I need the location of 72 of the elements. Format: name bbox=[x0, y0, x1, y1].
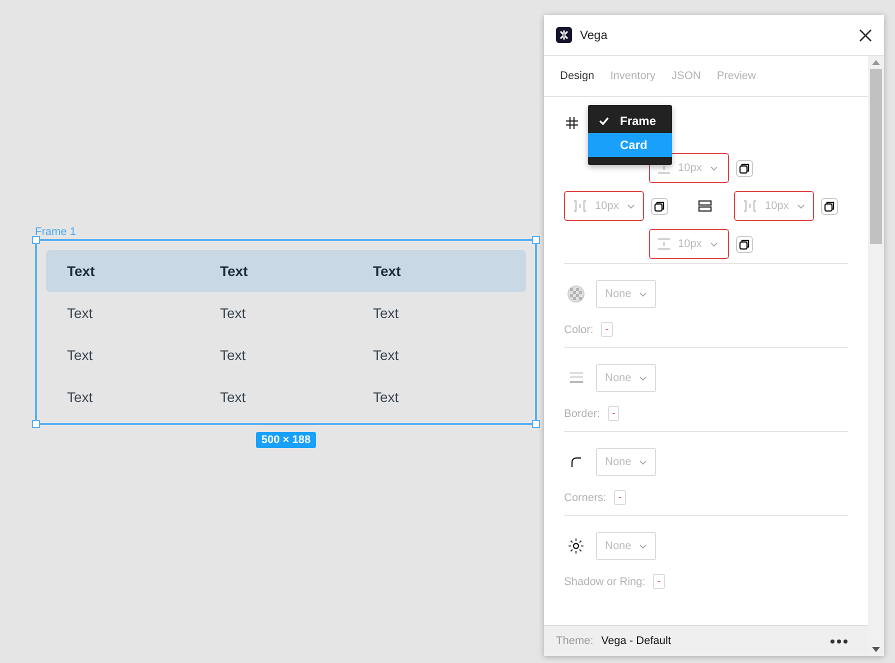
copy-icon[interactable] bbox=[651, 198, 668, 214]
logo-icon bbox=[556, 27, 572, 43]
table-cell-text: Text bbox=[220, 305, 247, 321]
copy-icon[interactable] bbox=[736, 236, 753, 252]
table-cell-text: Text bbox=[373, 305, 400, 321]
table-cell-text: Text bbox=[67, 347, 94, 363]
chevron-down-icon bbox=[710, 242, 718, 246]
theme-name: Vega - Default bbox=[601, 635, 672, 647]
table-cell-text: Text bbox=[373, 389, 400, 405]
table-cell-text: Text bbox=[67, 305, 94, 321]
value-tag: - bbox=[601, 322, 613, 337]
style-dropdown[interactable]: None bbox=[596, 280, 656, 308]
style-dropdown[interactable]: None bbox=[596, 532, 656, 560]
more-icon[interactable] bbox=[830, 638, 848, 644]
table-cell-text: Text bbox=[220, 347, 247, 363]
resize-handle[interactable] bbox=[32, 420, 40, 428]
chevron-down-icon bbox=[796, 204, 805, 208]
section-label: Shadow or Ring: bbox=[564, 576, 646, 588]
chevron-down-icon bbox=[639, 376, 648, 380]
chevron-down-icon bbox=[710, 166, 718, 170]
size-badge: 500 × 188 bbox=[256, 432, 316, 448]
selected-frame[interactable]: Text Text Text Text Text Text Text Text Text Text Text Text bbox=[35, 239, 537, 425]
frame-label: Frame 1 bbox=[35, 226, 77, 239]
chevron-down-icon bbox=[639, 292, 648, 296]
style-dropdown[interactable]: None bbox=[596, 364, 656, 392]
table-header-cell-text: Text bbox=[373, 263, 402, 279]
section-label: Color: bbox=[564, 324, 594, 336]
theme-label: Theme: bbox=[556, 635, 594, 647]
padding-dropdown[interactable]: 10px bbox=[649, 153, 729, 183]
horizontal-padding-icon bbox=[573, 200, 587, 212]
table-cell-text: Text bbox=[67, 389, 94, 405]
scrollbar[interactable] bbox=[868, 56, 884, 656]
vertical-padding-icon bbox=[658, 238, 670, 250]
table-cell-text: Text bbox=[373, 347, 400, 363]
value-tag: - bbox=[608, 406, 620, 421]
corner-radius-icon bbox=[571, 457, 581, 467]
section-label: Border: bbox=[564, 408, 600, 420]
table-header-cell-text: Text bbox=[220, 263, 249, 279]
resize-handle[interactable] bbox=[532, 236, 540, 244]
scroll-down-icon[interactable] bbox=[872, 647, 880, 652]
horizontal-padding-icon bbox=[743, 200, 757, 212]
value-tag: - bbox=[653, 574, 665, 589]
padding-dropdown[interactable]: 10px bbox=[734, 191, 814, 221]
menu-item[interactable]: Frame bbox=[588, 109, 672, 133]
padding-dropdown[interactable]: 10px bbox=[564, 191, 644, 221]
copy-icon[interactable] bbox=[736, 160, 753, 176]
chevron-down-icon bbox=[639, 544, 648, 548]
layout-rows-icon bbox=[698, 200, 712, 212]
border-icon bbox=[570, 372, 582, 384]
transparency-icon bbox=[567, 285, 585, 303]
tab[interactable]: Preview bbox=[716, 70, 756, 82]
value-tag: - bbox=[614, 490, 626, 505]
padding-dropdown[interactable]: 10px bbox=[649, 229, 729, 259]
check-icon bbox=[599, 117, 609, 125]
resize-handle[interactable] bbox=[32, 236, 40, 244]
close-icon[interactable] bbox=[859, 28, 872, 42]
menu-item[interactable]: Card bbox=[588, 133, 672, 157]
table-header-cell-text: Text bbox=[67, 263, 96, 279]
tab[interactable]: Design bbox=[560, 70, 594, 82]
chevron-down-icon bbox=[626, 204, 635, 208]
section-label: Corners: bbox=[564, 492, 606, 504]
copy-icon[interactable] bbox=[821, 198, 838, 214]
resize-handle[interactable] bbox=[532, 420, 540, 428]
style-dropdown[interactable]: None bbox=[596, 448, 656, 476]
panel-title: Vega bbox=[580, 28, 608, 42]
tab[interactable]: JSON bbox=[672, 70, 701, 82]
chevron-down-icon bbox=[639, 460, 648, 464]
frame-grid-icon bbox=[566, 117, 578, 129]
tab[interactable]: Inventory bbox=[610, 70, 656, 82]
table-cell-text: Text bbox=[220, 389, 247, 405]
scrollbar-thumb[interactable] bbox=[870, 69, 882, 244]
sun-icon bbox=[568, 538, 584, 554]
